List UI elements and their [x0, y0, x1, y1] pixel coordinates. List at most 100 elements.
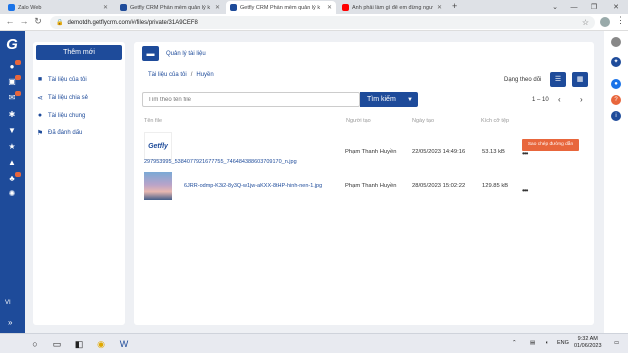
col-filename: Tên file	[144, 118, 163, 124]
file-date: 22/05/2023 14:49:16	[412, 149, 466, 155]
taskview-icon[interactable]: ◧	[73, 338, 85, 350]
more-actions-icon[interactable]: •••	[522, 186, 528, 195]
minimize-icon[interactable]: —	[564, 0, 584, 14]
nav-common-files[interactable]: ● Tài liệu chung	[36, 112, 85, 119]
url-field[interactable]: 🔒 demotdh.getflycrm.com/#/files/private/…	[50, 16, 595, 29]
back-icon[interactable]: ←	[4, 16, 16, 26]
file-name-link[interactable]: 297953995_5384077921677755_7464843886037…	[144, 159, 297, 165]
folder-icon: ■	[37, 76, 43, 83]
bookmark-star-icon[interactable]: ☆	[582, 18, 589, 27]
language-switch[interactable]: VI	[5, 300, 11, 306]
next-page-icon[interactable]: ›	[580, 95, 583, 104]
notification-badge	[15, 75, 21, 80]
file-name-link[interactable]: 6JRR-odmp-K3i2-8y3Q-w1jw-aKXX-8tHP-hinh-…	[184, 183, 322, 189]
profile-avatar[interactable]	[600, 17, 610, 27]
col-creator: Người tạo	[346, 118, 371, 124]
getfly-logo[interactable]: G	[3, 36, 21, 54]
col-date: Ngày tạo	[412, 118, 435, 124]
gear-icon[interactable]: ✺	[7, 189, 17, 199]
notification-badge	[15, 172, 21, 177]
url-text: demotdh.getflycrm.com/#/files/private/31…	[67, 19, 198, 26]
copy-link-button[interactable]: Sao chép đường dẫn	[522, 139, 579, 151]
pagination-range: 1 – 10	[532, 97, 549, 103]
table-row[interactable]: 6JRR-odmp-K3i2-8y3Q-w1jw-aKXX-8tHP-hinh-…	[142, 170, 586, 210]
file-nav-panel: Thêm mới ■ Tài liệu của tôi ⋖ Tài liệu c…	[33, 42, 125, 325]
system-clock[interactable]: 9:32 AM 01/06/2023	[574, 336, 602, 350]
start-icon[interactable]: ○	[29, 338, 41, 350]
file-creator: Phạm Thanh Huyền	[345, 149, 397, 155]
reload-icon[interactable]: ↻	[32, 16, 44, 27]
youtube-favicon-icon	[342, 4, 349, 11]
cart-icon[interactable]: ▼	[7, 126, 17, 136]
network-icon[interactable]: ▤	[530, 340, 535, 346]
close-window-icon[interactable]: ✕	[606, 0, 626, 14]
close-tab-icon[interactable]: ✕	[215, 4, 220, 11]
forward-icon[interactable]: →	[18, 16, 30, 26]
folder-icon[interactable]: ▬	[142, 46, 159, 61]
search-input[interactable]	[142, 92, 360, 107]
browser-side-panel: ✦ ● ? i	[604, 31, 628, 333]
caret-down-icon[interactable]: ▼	[407, 97, 413, 103]
more-actions-icon[interactable]: •••	[522, 149, 528, 158]
flag-icon: ⚑	[36, 130, 44, 137]
messenger-icon[interactable]: ✦	[611, 57, 621, 67]
breadcrumb-item[interactable]: Tài liệu của tôi	[148, 72, 187, 78]
share-icon: ⋖	[37, 95, 43, 102]
lock-icon: 🔒	[56, 20, 64, 26]
file-explorer-icon[interactable]: ▭	[51, 338, 63, 350]
close-tab-icon[interactable]: ✕	[437, 4, 442, 11]
file-main-panel: ▬ Quản lý tài liệu Tài liệu của tôi / Hu…	[134, 42, 594, 325]
list-view-button[interactable]: ☰	[550, 72, 566, 87]
notification-badge	[15, 91, 21, 96]
nav-flagged[interactable]: ⚑ Đã đánh dấu	[36, 129, 83, 137]
browser-tab-getfly-1[interactable]: Getfly CRM Phần mềm quản lý k ✕	[116, 1, 224, 14]
file-date: 28/05/2023 15:02:22	[412, 183, 466, 189]
breadcrumb-item[interactable]: Huyền	[196, 72, 213, 78]
chart-icon[interactable]: ▲	[7, 158, 17, 168]
avatar[interactable]	[611, 37, 621, 47]
col-size: Kích cỡ tệp	[481, 118, 510, 124]
browser-tab-strip: Zalo Web ✕ Getfly CRM Phần mềm quản lý k…	[0, 0, 628, 14]
help-icon[interactable]: ?	[611, 95, 621, 105]
expand-sidebar-icon[interactable]: »	[8, 318, 12, 327]
nav-my-files[interactable]: ■ Tài liệu của tôi	[36, 76, 87, 83]
browser-tab-zalo[interactable]: Zalo Web ✕	[4, 1, 112, 14]
chat-icon[interactable]: ●	[611, 79, 621, 89]
file-size: 129.85 kB	[482, 183, 509, 189]
file-creator: Phạm Thanh Huyền	[345, 183, 397, 189]
restore-icon[interactable]: ❐	[584, 0, 604, 14]
close-tab-icon[interactable]: ✕	[327, 4, 332, 11]
zalo-favicon-icon	[8, 4, 15, 11]
browser-menu-icon[interactable]: ⋮	[616, 15, 625, 26]
table-row[interactable]: Getfly 297953995_5384077921677755_746484…	[142, 130, 586, 170]
language-indicator[interactable]: ENG	[557, 340, 569, 346]
prev-page-icon[interactable]: ‹	[558, 95, 561, 104]
nav-shared-files[interactable]: ⋖ Tài liệu chia sẻ	[36, 94, 88, 102]
grid-view-button[interactable]: ▦	[572, 72, 588, 87]
info-icon[interactable]: i	[611, 111, 621, 121]
add-new-button[interactable]: Thêm mới	[36, 45, 122, 60]
users-icon: ●	[37, 112, 43, 119]
star-icon[interactable]: ★	[7, 142, 17, 152]
page-title: Quản lý tài liệu	[166, 51, 206, 57]
getfly-favicon-icon	[120, 4, 127, 11]
breadcrumb: Tài liệu của tôi / Huyền	[148, 72, 214, 78]
browser-tab-youtube[interactable]: Anh phải làm gì để em đừng ngư ✕	[338, 1, 446, 14]
tray-chevron-icon[interactable]: ⌃	[512, 340, 517, 346]
settings-icon[interactable]: ✱	[7, 110, 17, 120]
tab-search-icon[interactable]: ⌄	[545, 0, 565, 14]
view-mode-label: Dạng theo dõi	[504, 77, 542, 83]
file-thumbnail[interactable]: Getfly	[144, 132, 172, 160]
file-thumbnail[interactable]	[144, 172, 172, 200]
chrome-icon[interactable]: ◉	[95, 338, 107, 350]
file-size: 53.13 kB	[482, 149, 505, 155]
browser-tab-getfly-active[interactable]: Getfly CRM Phần mềm quản lý k ✕	[226, 1, 336, 14]
volume-icon[interactable]: ◖	[545, 340, 548, 346]
search-button[interactable]: Tìm kiếm ▼	[360, 92, 418, 107]
new-tab-button[interactable]: +	[452, 1, 457, 11]
close-tab-icon[interactable]: ✕	[103, 4, 108, 11]
word-icon[interactable]: W	[118, 338, 130, 350]
address-bar: ← → ↻ 🔒 demotdh.getflycrm.com/#/files/pr…	[0, 14, 628, 31]
notification-badge	[15, 60, 21, 65]
notifications-icon[interactable]: ▭	[614, 340, 619, 346]
